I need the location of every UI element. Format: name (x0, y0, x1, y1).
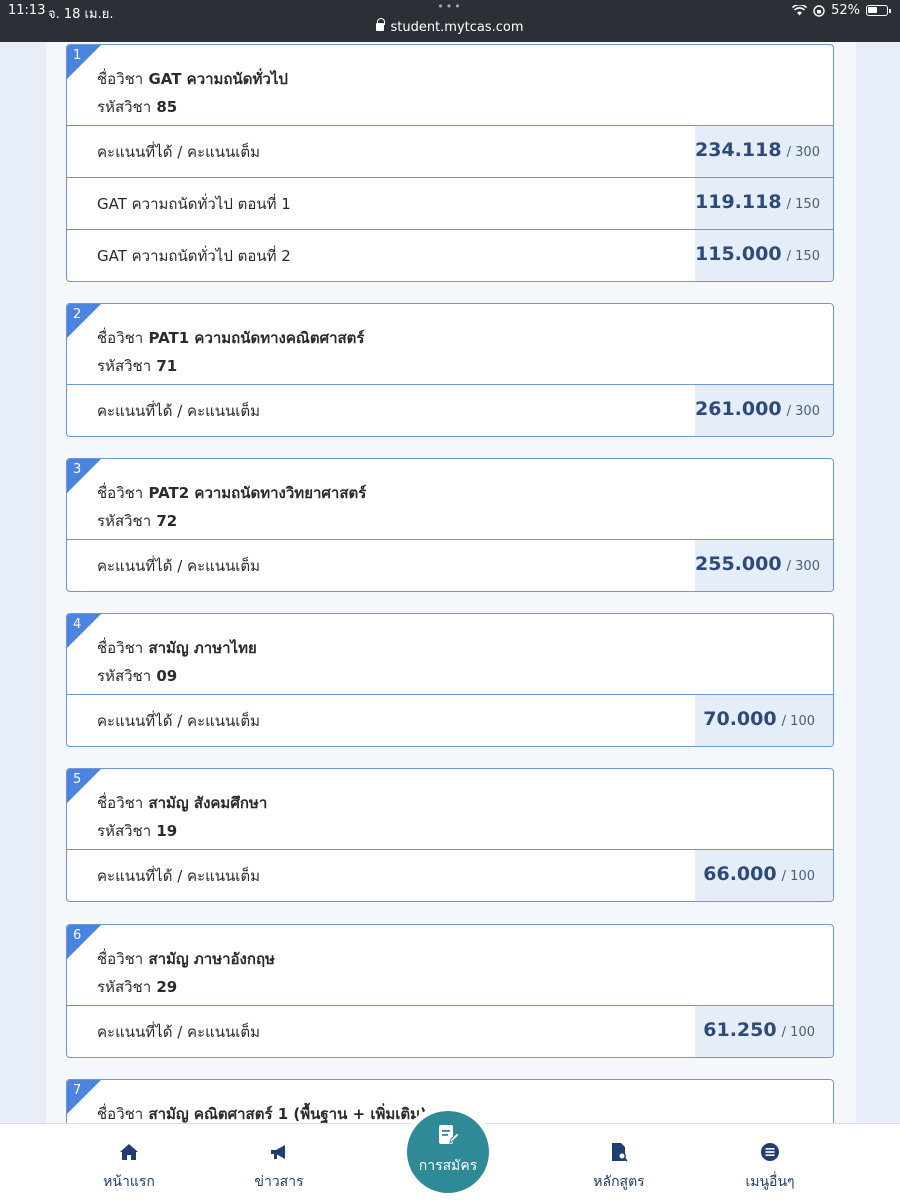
subject-code: รหัสวิชา 19 (97, 822, 178, 840)
score-label: คะแนนที่ได้ / คะแนนเต็ม (97, 402, 261, 420)
score-label: คะแนนที่ได้ / คะแนนเต็ม (97, 557, 261, 575)
card-number: 1 (73, 48, 82, 63)
score-value-cell: 70.000 / 100 (695, 695, 833, 746)
orientation-lock-icon (813, 4, 825, 17)
score-label: คะแนนที่ได้ / คะแนนเต็ม (97, 1023, 261, 1041)
score-label: คะแนนที่ได้ / คะแนนเต็ม (97, 143, 261, 161)
battery-percent: 52% (831, 3, 860, 18)
subject-name: ชื่อวิชา สามัญ ภาษาไทย (97, 639, 257, 657)
score-value-cell: 261.000 / 300 (695, 385, 833, 436)
url-text: student.mytcas.com (390, 20, 524, 35)
score-card-6: 6 ชื่อวิชา สามัญ ภาษาอังกฤษ รหัสวิชา 29 … (66, 924, 834, 1058)
subject-code: รหัสวิชา 72 (97, 512, 178, 530)
nav-courses-label: หลักสูตร (593, 1174, 645, 1190)
subject-name: ชื่อวิชา PAT1 ความถนัดทางคณิตศาสตร์ (97, 329, 365, 347)
score-row: คะแนนที่ได้ / คะแนนเต็ม 261.000 / 300 (67, 384, 833, 436)
score-label: คะแนนที่ได้ / คะแนนเต็ม (97, 712, 261, 730)
nav-home[interactable]: หน้าแรก (64, 1141, 194, 1193)
score-value-cell: 66.000 / 100 (695, 850, 833, 901)
subject-name: ชื่อวิชา GAT ความถนัดทั่วไป (97, 70, 288, 88)
card-number: 6 (73, 928, 82, 943)
nav-news-label: ข่าวสาร (254, 1174, 304, 1190)
battery-icon (866, 5, 891, 16)
score-value-cell: 61.250 / 100 (695, 1006, 833, 1057)
card-number: 7 (73, 1083, 82, 1098)
nav-news[interactable]: ข่าวสาร (214, 1141, 344, 1193)
multitask-dots[interactable]: ••• (0, 0, 900, 13)
subject-code: รหัสวิชา 29 (97, 978, 178, 996)
card-number: 3 (73, 462, 82, 477)
score-value-cell: 119.118 / 150 (695, 178, 833, 229)
score-row: คะแนนที่ได้ / คะแนนเต็ม 61.250 / 100 (67, 1005, 833, 1057)
menu-circle-icon (761, 1143, 779, 1161)
nav-apply-label: การสมัคร (418, 1158, 478, 1174)
card-number: 2 (73, 307, 82, 322)
score-row: คะแนนที่ได้ / คะแนนเต็ม 66.000 / 100 (67, 849, 833, 901)
status-bar: 11:13 จ. 18 เม.ย. ••• student.mytcas.com… (0, 0, 900, 42)
status-right: 52% (792, 3, 891, 18)
score-value-cell: 255.000 / 300 (695, 540, 833, 591)
subject-name: ชื่อวิชา PAT2 ความถนัดทางวิทยาศาสตร์ (97, 484, 367, 502)
subject-code: รหัสวิชา 71 (97, 357, 178, 375)
bottom-nav: หน้าแรก ข่าวสาร การสมัคร หลักสูตร เมนูอื… (0, 1111, 900, 1200)
nav-home-label: หน้าแรก (103, 1174, 155, 1190)
nav-apply-button[interactable]: การสมัคร (407, 1111, 489, 1193)
score-label: คะแนนที่ได้ / คะแนนเต็ม (97, 867, 261, 885)
document-search-icon (612, 1143, 628, 1162)
subject-code: รหัสวิชา 09 (97, 667, 178, 685)
score-card-5: 5 ชื่อวิชา สามัญ สังคมศึกษา รหัสวิชา 19 … (66, 768, 834, 902)
score-value-cell: 234.118 / 300 (695, 126, 833, 177)
subject-name: ชื่อวิชา สามัญ ภาษาอังกฤษ (97, 950, 275, 968)
score-row: คะแนนที่ได้ / คะแนนเต็ม 255.000 / 300 (67, 539, 833, 591)
wifi-icon (792, 5, 808, 16)
edit-document-icon (439, 1125, 460, 1145)
nav-more-label: เมนูอื่นๆ (745, 1174, 795, 1190)
score-label: GAT ความถนัดทั่วไป ตอนที่ 2 (97, 247, 291, 265)
score-value-cell: 115.000 / 150 (695, 230, 833, 281)
nav-courses[interactable]: หลักสูตร (554, 1141, 684, 1193)
score-card-2: 2 ชื่อวิชา PAT1 ความถนัดทางคณิตศาสตร์ รห… (66, 303, 834, 437)
home-icon (120, 1144, 138, 1160)
nav-more[interactable]: เมนูอื่นๆ (705, 1141, 835, 1193)
card-number: 4 (73, 617, 82, 632)
subject-code: รหัสวิชา 85 (97, 98, 178, 116)
megaphone-icon (271, 1145, 285, 1159)
lock-icon (376, 18, 386, 31)
score-label: GAT ความถนัดทั่วไป ตอนที่ 1 (97, 195, 291, 213)
score-card-4: 4 ชื่อวิชา สามัญ ภาษาไทย รหัสวิชา 09 คะแ… (66, 613, 834, 747)
score-row: GAT ความถนัดทั่วไป ตอนที่ 1 119.118 / 15… (67, 177, 833, 229)
card-number: 5 (73, 772, 82, 787)
score-row: คะแนนที่ได้ / คะแนนเต็ม 234.118 / 300 (67, 125, 833, 177)
score-row: คะแนนที่ได้ / คะแนนเต็ม 70.000 / 100 (67, 694, 833, 746)
score-card-3: 3 ชื่อวิชา PAT2 ความถนัดทางวิทยาศาสตร์ ร… (66, 458, 834, 592)
score-card-1: 1 ชื่อวิชา GAT ความถนัดทั่วไป รหัสวิชา 8… (66, 44, 834, 282)
subject-name: ชื่อวิชา สามัญ สังคมศึกษา (97, 794, 268, 812)
address-bar[interactable]: student.mytcas.com (0, 18, 900, 35)
score-row: GAT ความถนัดทั่วไป ตอนที่ 2 115.000 / 15… (67, 229, 833, 281)
